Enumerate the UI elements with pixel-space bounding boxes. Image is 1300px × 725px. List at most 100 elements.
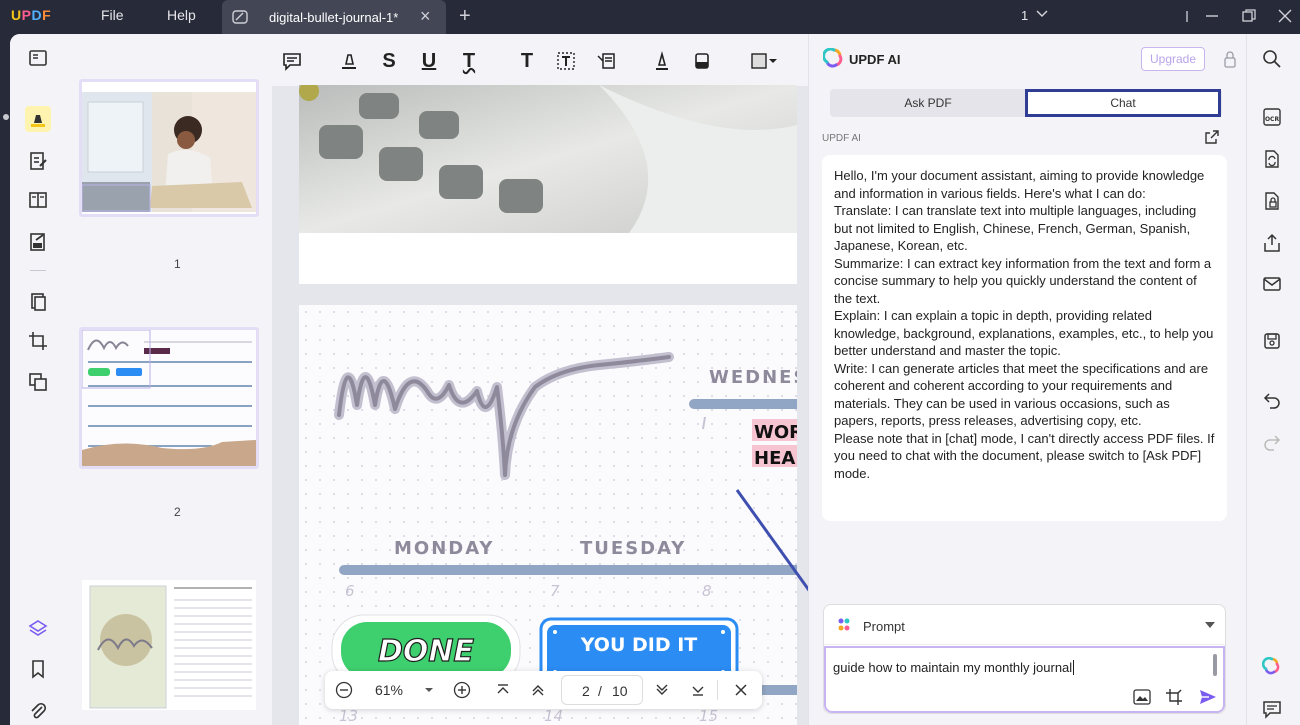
email-icon[interactable] bbox=[1261, 273, 1283, 295]
layers-icon[interactable] bbox=[25, 615, 51, 641]
prompt-input[interactable]: guide how to maintain my monthly journal bbox=[824, 646, 1225, 713]
protect-pdf-icon[interactable] bbox=[1261, 190, 1283, 212]
export-chat-icon[interactable] bbox=[1204, 129, 1220, 145]
comment-highlighter-icon[interactable] bbox=[25, 106, 51, 132]
text-box-icon[interactable] bbox=[553, 48, 579, 74]
menu-file[interactable]: File bbox=[101, 7, 124, 23]
message-intro: Hello, I'm your document assistant, aimi… bbox=[834, 168, 1205, 201]
sticky-note-icon[interactable] bbox=[279, 48, 305, 74]
crop-pages-icon[interactable] bbox=[25, 328, 51, 354]
document-tab[interactable]: digital-bullet-journal-1* × bbox=[222, 0, 446, 34]
prompt-dots-icon bbox=[836, 617, 852, 633]
save-icon[interactable] bbox=[1261, 330, 1283, 352]
bookmark-icon[interactable] bbox=[25, 656, 51, 682]
organize-pages-icon[interactable] bbox=[25, 289, 51, 315]
strikethrough-icon[interactable]: S bbox=[376, 48, 402, 74]
zoom-bar-divider bbox=[717, 680, 718, 700]
zoom-level[interactable]: 61% bbox=[371, 680, 407, 700]
day-number-13: 13 bbox=[339, 707, 358, 725]
menu-help[interactable]: Help bbox=[167, 7, 196, 23]
reader-mode-icon[interactable] bbox=[25, 45, 51, 71]
underline-icon[interactable]: U bbox=[416, 48, 442, 74]
squiggly-icon[interactable]: T bbox=[456, 48, 482, 74]
page-layout-icon[interactable] bbox=[25, 187, 51, 213]
eraser-icon[interactable] bbox=[689, 48, 715, 74]
screenshot-crop-icon[interactable] bbox=[1164, 687, 1184, 707]
shape-dropdown-icon[interactable] bbox=[767, 48, 779, 74]
updf-ai-panel: UPDF AI Upgrade Ask PDF Chat UPDF AI Hel… bbox=[808, 34, 1246, 725]
image-upload-icon[interactable] bbox=[1132, 687, 1152, 707]
restore-icon[interactable] bbox=[1238, 5, 1260, 27]
rail-indicator-dot bbox=[3, 114, 9, 120]
total-pages: 10 bbox=[612, 683, 628, 699]
weekday-monday: MONDAY bbox=[394, 538, 494, 559]
last-page-icon[interactable] bbox=[688, 680, 708, 700]
thumbnail-number-2: 2 bbox=[174, 505, 181, 519]
page-number-box[interactable]: 2 / 10 bbox=[561, 675, 643, 705]
page-thumbnail-1[interactable] bbox=[79, 79, 259, 217]
text-callout-icon[interactable] bbox=[593, 48, 619, 74]
ocr-icon[interactable]: OCR bbox=[1261, 106, 1283, 128]
prompt-dropdown-icon[interactable] bbox=[1205, 622, 1215, 628]
undo-icon[interactable] bbox=[1261, 389, 1283, 411]
page-thumbnail-3[interactable] bbox=[79, 577, 259, 713]
highlight-icon[interactable] bbox=[336, 48, 362, 74]
prompt-scrollbar[interactable] bbox=[1213, 654, 1217, 676]
search-icon[interactable] bbox=[1261, 48, 1283, 70]
close-zoom-bar-icon[interactable] bbox=[731, 680, 751, 700]
right-tool-rail: OCR bbox=[1246, 34, 1300, 725]
prompt-selector[interactable]: Prompt bbox=[824, 605, 1225, 645]
ai-panel-title: UPDF AI bbox=[849, 52, 901, 67]
convert-icon[interactable] bbox=[25, 369, 51, 395]
close-window-icon[interactable] bbox=[1274, 5, 1296, 27]
zoom-in-icon[interactable] bbox=[451, 680, 473, 700]
message-note: Please note that in [chat] mode, I can't… bbox=[834, 430, 1215, 481]
thumbnail-panel: 1 2 bbox=[62, 34, 272, 725]
zoom-dropdown-icon[interactable] bbox=[422, 680, 436, 700]
panel-toggle-icon[interactable] bbox=[1181, 5, 1203, 27]
left-tool-rail bbox=[10, 34, 62, 725]
lock-icon[interactable] bbox=[1223, 50, 1237, 68]
zoom-out-icon[interactable] bbox=[333, 680, 355, 700]
message-translate: Translate: I can translate text into mul… bbox=[834, 203, 1197, 253]
rail-divider bbox=[30, 270, 46, 271]
tab-ask-pdf[interactable]: Ask PDF bbox=[830, 89, 1026, 117]
tab-chat[interactable]: Chat bbox=[1025, 89, 1221, 117]
pencil-icon[interactable] bbox=[649, 48, 675, 74]
new-tab-icon[interactable]: + bbox=[459, 5, 471, 28]
next-page-icon[interactable] bbox=[652, 680, 672, 700]
edit-pdf-icon[interactable] bbox=[25, 148, 51, 174]
ai-welcome-message: Hello, I'm your document assistant, aimi… bbox=[822, 155, 1227, 521]
convert-pdf-icon[interactable] bbox=[1261, 148, 1283, 170]
attachment-icon[interactable] bbox=[25, 698, 51, 724]
minimize-icon[interactable] bbox=[1201, 5, 1223, 27]
done-sticker-text: DONE bbox=[378, 634, 475, 669]
updf-ai-icon[interactable] bbox=[1261, 656, 1283, 678]
prompt-composer: Prompt guide how to maintain my monthly … bbox=[823, 604, 1226, 714]
ai-sender-label: UPDF AI bbox=[822, 133, 861, 144]
window-page-indicator[interactable]: 1 bbox=[1021, 8, 1028, 23]
share-icon[interactable] bbox=[1261, 232, 1283, 254]
close-tab-icon[interactable]: × bbox=[420, 6, 431, 27]
redo-icon[interactable] bbox=[1261, 431, 1283, 453]
comment-list-icon[interactable] bbox=[1261, 698, 1283, 720]
weekday-tuesday: TUESDAY bbox=[580, 538, 686, 559]
prompt-input-text[interactable]: guide how to maintain my monthly journal bbox=[833, 660, 1075, 675]
chevron-down-icon[interactable] bbox=[1035, 6, 1049, 20]
fill-sign-icon[interactable] bbox=[25, 229, 51, 255]
title-bar: UPDF File Help digital-bullet-journal-1*… bbox=[0, 0, 1300, 34]
updf-logo[interactable]: UPDF bbox=[11, 7, 51, 23]
upgrade-button[interactable]: Upgrade bbox=[1141, 47, 1205, 71]
text-comment-icon[interactable]: T bbox=[514, 48, 540, 74]
current-page-input[interactable]: 2 bbox=[582, 683, 590, 699]
previous-page-icon[interactable] bbox=[528, 680, 548, 700]
message-explain: Explain: I can explain a topic in depth,… bbox=[834, 308, 1214, 358]
send-icon[interactable] bbox=[1198, 687, 1218, 707]
first-page-icon[interactable] bbox=[493, 680, 513, 700]
page-separator: / bbox=[598, 683, 602, 699]
zoom-navigation-bar: 61% 2 / 10 bbox=[325, 671, 762, 709]
message-write: Write: I can generate articles that meet… bbox=[834, 360, 1209, 429]
page-thumbnail-2[interactable] bbox=[79, 327, 259, 469]
note-line-1: WOR bbox=[754, 422, 797, 443]
tab-title: digital-bullet-journal-1* bbox=[269, 10, 399, 25]
